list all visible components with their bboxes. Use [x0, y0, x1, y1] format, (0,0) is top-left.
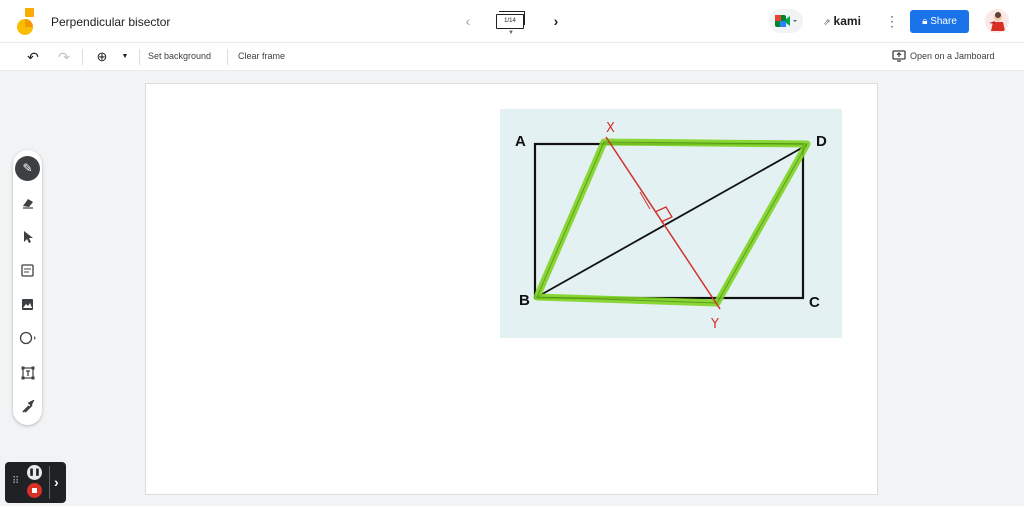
avatar[interactable] — [985, 9, 1009, 33]
redo-icon[interactable]: ↷ — [55, 48, 73, 66]
meet-button[interactable] — [769, 9, 803, 33]
toolbar-divider — [139, 49, 140, 65]
document-title[interactable]: Perpendicular bisector — [51, 15, 170, 29]
previous-frame-button[interactable]: ‹ — [460, 10, 476, 32]
circle-shape-icon — [19, 331, 36, 345]
set-background-button[interactable]: Set background — [148, 51, 211, 61]
laser-tool-button[interactable] — [15, 394, 40, 419]
eraser-tool-button[interactable] — [15, 190, 40, 215]
next-frame-button[interactable]: › — [548, 10, 564, 32]
kami-label: kami — [833, 14, 861, 28]
point-label-d: D — [816, 133, 827, 150]
add-image-icon — [22, 299, 33, 310]
pasted-figure-image[interactable]: A D B C X Y — [500, 109, 842, 338]
laser-icon — [21, 399, 35, 413]
clear-frame-button[interactable]: Clear frame — [238, 51, 285, 61]
zoom-dropdown-chevron-icon[interactable]: ▼ — [116, 48, 134, 66]
share-button[interactable]: 🔒︎ Share — [910, 10, 969, 33]
meet-camera-icon — [775, 15, 797, 27]
expand-recorder-button[interactable]: › — [54, 473, 59, 491]
rhombus-highlight — [533, 138, 811, 307]
point-label-y: Y — [710, 317, 719, 332]
zoom-icon[interactable]: ⊕ — [93, 48, 111, 66]
jamboard-logo-icon[interactable] — [16, 8, 38, 36]
sticky-note-tool-button[interactable] — [15, 258, 40, 283]
more-options-button[interactable]: ⋮ — [885, 11, 899, 31]
point-label-b: B — [519, 292, 530, 309]
select-tool-button[interactable] — [15, 224, 40, 249]
add-image-tool-button[interactable] — [15, 292, 40, 317]
tool-panel: ✎ — [13, 150, 42, 425]
external-link-icon: ⇗ — [823, 17, 831, 27]
pause-icon: ❚❚ — [28, 469, 41, 476]
pause-recording-button[interactable]: ❚❚ — [27, 465, 42, 480]
user-avatar-icon — [989, 12, 1005, 31]
point-label-c: C — [809, 294, 820, 311]
chevron-down-icon: ▼ — [508, 30, 514, 36]
toolbar-divider — [227, 49, 228, 65]
kami-extension-button[interactable]: ⇗ kami — [823, 14, 861, 28]
select-arrow-icon — [23, 231, 33, 243]
undo-icon[interactable]: ↶ — [24, 48, 42, 66]
rhombus-figure: A D B C X Y — [515, 121, 827, 332]
shape-tool-button[interactable] — [15, 326, 40, 351]
present-to-jamboard-icon — [892, 50, 906, 62]
eraser-icon — [22, 199, 33, 209]
stop-recording-button[interactable] — [27, 483, 42, 498]
frame-counter: 1/14 — [496, 14, 524, 29]
text-box-tool-button[interactable] — [15, 360, 40, 385]
screen-recorder-widget: ⠿ ❚❚ › — [5, 462, 66, 503]
drag-handle-icon[interactable]: ⠿ — [12, 475, 19, 489]
point-label-a: A — [515, 133, 526, 150]
toolbar-divider — [82, 49, 83, 65]
perpendicular-bisector-line — [605, 136, 721, 310]
lock-icon: 🔒︎ — [922, 16, 928, 27]
whiteboard-canvas[interactable]: A D B C X Y — [145, 83, 878, 495]
chevron-right-icon: › — [54, 474, 59, 490]
text-box-icon — [21, 366, 34, 380]
recorder-divider — [49, 466, 50, 499]
sticky-note-icon — [21, 264, 34, 277]
top-bar: Perpendicular bisector ‹ 1/14 ▼ › ⇗ kami … — [0, 0, 1024, 43]
toolbar: ↶ ↷ ⊕ ▼ Set background Clear frame Open … — [0, 43, 1024, 71]
pen-icon: ✎ — [22, 161, 33, 175]
open-jamboard-label: Open on a Jamboard — [910, 51, 995, 61]
share-label: Share — [930, 16, 957, 27]
pen-tool-button[interactable]: ✎ — [15, 156, 40, 181]
frame-bar-button[interactable]: 1/14 ▼ — [496, 11, 526, 36]
point-label-x: X — [606, 121, 615, 136]
